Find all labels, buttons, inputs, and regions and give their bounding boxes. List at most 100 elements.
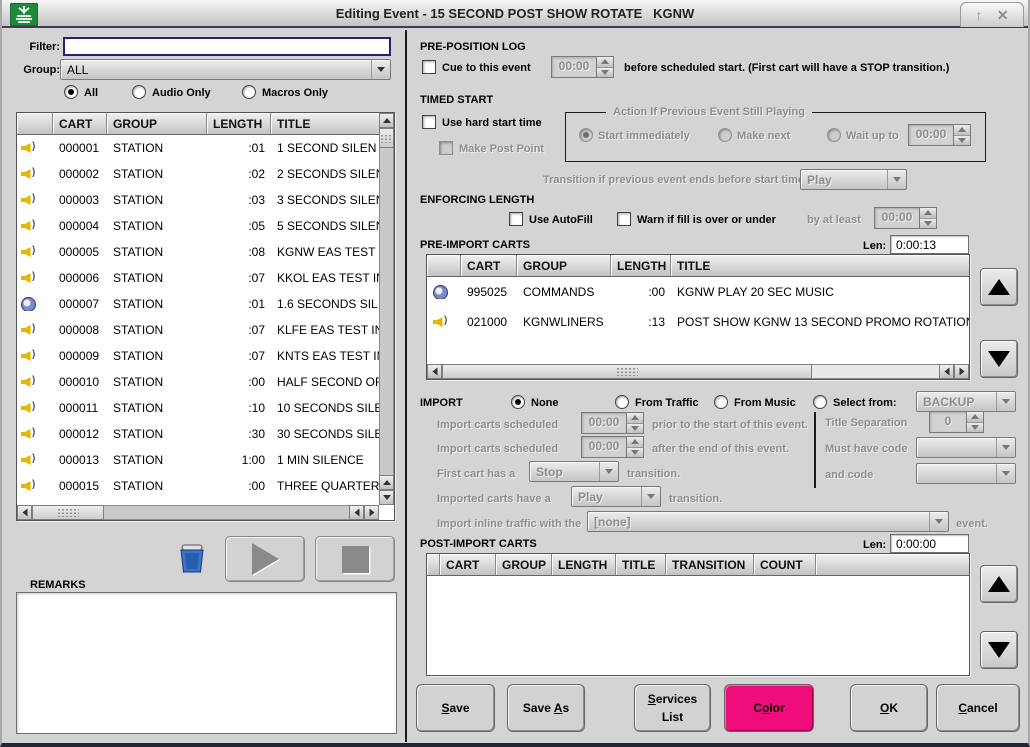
scroll-left-button[interactable] [427, 364, 442, 379]
post-import-move-down-button[interactable] [980, 631, 1018, 669]
column-header-title[interactable]: TITLE [616, 554, 666, 575]
column-header-length[interactable]: LENGTH [611, 255, 671, 276]
pre-import-move-up-button[interactable] [980, 268, 1018, 306]
stop-button[interactable] [315, 536, 395, 582]
table-row[interactable]: 000007STATION:011.6 SECONDS SIL [17, 291, 379, 317]
remarks-textarea[interactable] [16, 592, 397, 734]
column-header-icon[interactable] [427, 554, 440, 575]
save-button[interactable]: Save [416, 684, 495, 732]
start-immediately-label: Start immediately [598, 130, 690, 142]
scroll-down-button[interactable] [379, 490, 394, 505]
cart-cell: 000004 [53, 219, 107, 233]
column-header-length[interactable]: LENGTH [552, 554, 616, 575]
table-row[interactable]: 000008STATION:07KLFE EAS TEST IN [17, 317, 379, 343]
hard-start-label: Use hard start time [442, 117, 542, 129]
cue-to-event-checkbox[interactable] [422, 60, 436, 74]
import-select-from-radio[interactable] [813, 395, 827, 409]
column-header-icon[interactable] [17, 113, 53, 134]
length-cell: :00 [207, 375, 271, 389]
column-header-group[interactable]: GROUP [107, 113, 207, 134]
horizontal-scroll-thumb[interactable] [442, 364, 812, 379]
import-music-radio[interactable] [714, 395, 728, 409]
group-cell: KGNWLINERS [517, 315, 611, 329]
scroll-left-button-2[interactable] [349, 505, 364, 520]
autofill-checkbox[interactable] [509, 212, 523, 226]
play-button[interactable] [225, 536, 305, 582]
wait-up-to-spinbox: 00:00 [908, 124, 971, 146]
scope-radio-audio-only[interactable] [132, 85, 146, 99]
table-row[interactable]: 000001STATION:011 SECOND SILEN [17, 135, 379, 161]
pre-import-move-down-button[interactable] [980, 340, 1018, 378]
cancel-button[interactable]: Cancel [936, 684, 1020, 732]
column-header-title[interactable]: TITLE [271, 113, 379, 134]
vertical-scroll-thumb[interactable] [379, 128, 394, 148]
column-header-title[interactable]: TITLE [671, 255, 969, 276]
post-import-move-up-button[interactable] [980, 565, 1018, 603]
table-row[interactable]: 000005STATION:08KGNW EAS TEST [17, 239, 379, 265]
scroll-right-button[interactable] [954, 364, 969, 379]
column-header-cart[interactable]: CART [461, 255, 517, 276]
chevron-down-icon [929, 512, 948, 531]
up-arrow-icon [988, 576, 1010, 592]
group-cell: STATION [107, 271, 207, 285]
ok-button[interactable]: OK [850, 684, 928, 732]
color-button[interactable]: Color [724, 684, 814, 732]
import-none-radio[interactable] [511, 395, 525, 409]
title-cell: KKOL EAS TEST IN [271, 271, 379, 285]
title-cell: KGNW EAS TEST [271, 245, 379, 259]
table-row[interactable]: 021000 KGNWLINERS :13 POST SHOW KGNW 13 … [427, 307, 969, 337]
table-row[interactable]: 995025 COMMANDS :00 KGNW PLAY 20 SEC MUS… [427, 277, 969, 307]
group-select[interactable]: ALL [60, 59, 391, 80]
close-window-button[interactable]: ✕ [997, 8, 1009, 22]
column-header-length[interactable]: LENGTH [207, 113, 271, 134]
and-code-value [917, 464, 996, 483]
table-row[interactable]: 000011STATION:1010 SECONDS SILE [17, 395, 379, 421]
column-header-count[interactable]: COUNT [754, 554, 816, 575]
scroll-left-button-2[interactable] [939, 364, 954, 379]
shade-window-button[interactable]: ↑ [975, 8, 982, 22]
vertical-scrollbar[interactable] [379, 113, 394, 505]
import-traffic-radio[interactable] [615, 395, 629, 409]
down-arrow-icon [988, 351, 1010, 367]
title-bar[interactable]: Editing Event - 15 SECOND POST SHOW ROTA… [2, 0, 1028, 28]
table-row[interactable]: 000015STATION:00THREE QUARTER [17, 473, 379, 499]
scroll-left-button[interactable] [17, 505, 32, 520]
sched-prior-spinbox: 00:00 [581, 412, 644, 434]
column-header-group[interactable]: GROUP [517, 255, 611, 276]
scope-radio-macros-only[interactable] [242, 85, 256, 99]
column-header-group[interactable]: GROUP [496, 554, 552, 575]
scroll-up-button[interactable] [379, 113, 394, 128]
chevron-down-icon [887, 170, 906, 189]
table-row[interactable]: 000003STATION:033 SECONDS SILEN [17, 187, 379, 213]
group-label: Group: [16, 64, 60, 76]
cue-to-event-label: Cue to this event [442, 62, 531, 74]
scroll-right-button[interactable] [364, 505, 379, 520]
column-header-cart[interactable]: CART [440, 554, 496, 575]
scroll-up-button-2[interactable] [379, 475, 394, 490]
column-header-transition[interactable]: TRANSITION [666, 554, 754, 575]
table-row[interactable]: 000010STATION:00HALF SECOND OF [17, 369, 379, 395]
down-arrow-icon [988, 642, 1010, 658]
table-row[interactable]: 000002STATION:022 SECONDS SILEN [17, 161, 379, 187]
column-header-cart[interactable]: CART [53, 113, 107, 134]
by-at-least-value: 00:00 [874, 207, 920, 229]
group-cell: STATION [107, 479, 207, 493]
import-heading: IMPORT [420, 397, 463, 409]
table-row[interactable]: 000004STATION:055 SECONDS SILEN [17, 213, 379, 239]
services-list-button[interactable]: Services List [634, 684, 711, 732]
and-code-select [916, 463, 1016, 484]
table-row[interactable]: 000013STATION1:001 MIN SILENCE [17, 447, 379, 473]
table-row[interactable]: 000012STATION:3030 SECONDS SILE [17, 421, 379, 447]
table-row[interactable]: 000009STATION:07KNTS EAS TEST IN [17, 343, 379, 369]
warn-fill-checkbox[interactable] [617, 212, 631, 226]
audition-bucket-icon[interactable] [176, 543, 208, 579]
table-row[interactable]: 000006STATION:07KKOL EAS TEST IN [17, 265, 379, 291]
pre-import-len-value: 0:00:13 [890, 235, 969, 254]
horizontal-scroll-thumb[interactable] [32, 505, 104, 520]
save-as-button[interactable]: Save As [507, 684, 585, 732]
scope-radio-all[interactable] [64, 85, 78, 99]
hard-start-checkbox[interactable] [422, 115, 436, 129]
filter-input[interactable] [63, 37, 391, 56]
column-header-icon[interactable] [427, 255, 461, 276]
post-import-len-label: Len: [863, 539, 886, 551]
